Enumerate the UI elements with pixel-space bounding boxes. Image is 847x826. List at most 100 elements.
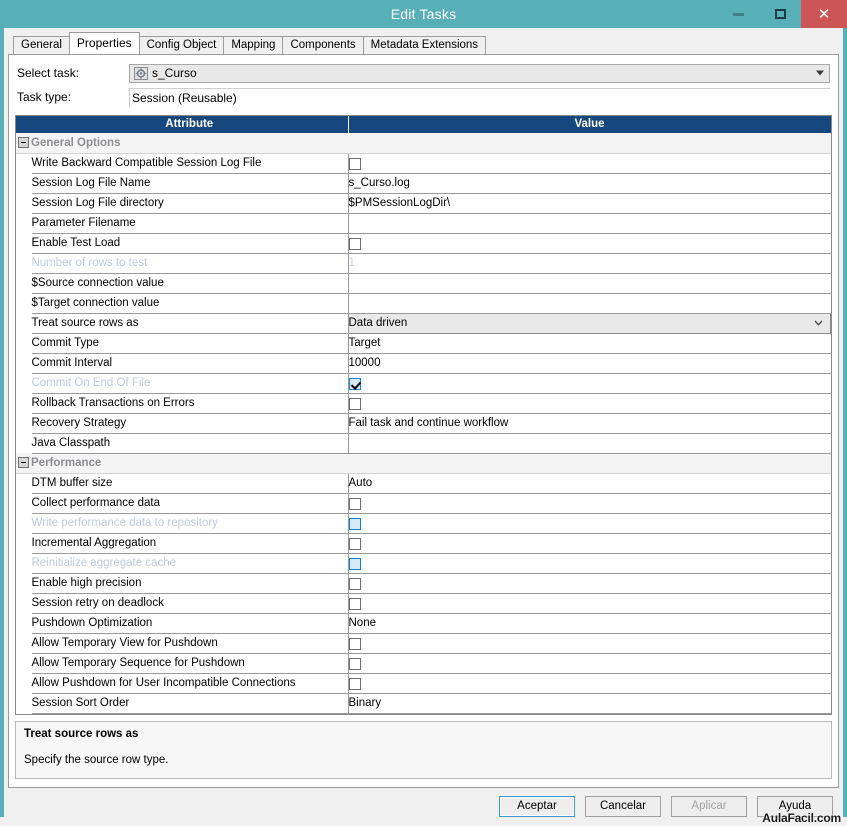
grid-row[interactable]: Collect performance data <box>16 493 831 514</box>
accept-button[interactable]: Aceptar <box>499 796 575 817</box>
value-cell[interactable]: $PMSessionLogDir\ <box>348 193 831 214</box>
value-cell[interactable]: Auto <box>348 473 831 494</box>
column-header-value[interactable]: Value <box>348 116 831 133</box>
help-button[interactable]: Ayuda <box>757 796 833 817</box>
select-task-dropdown[interactable]: s_Curso <box>129 63 830 83</box>
value-cell[interactable] <box>348 293 831 314</box>
tab-mapping[interactable]: Mapping <box>223 36 284 54</box>
checkbox[interactable] <box>348 637 361 650</box>
tab-general[interactable]: General <box>13 36 70 54</box>
edit-tasks-dialog: Edit Tasks ✕ General Properties Config O… <box>0 0 847 826</box>
task-type-label: Task type: <box>17 90 72 104</box>
grid-row[interactable]: Reinitialize aggregate cache <box>16 553 831 574</box>
select-task-row: Select task: s_Curso <box>17 61 830 85</box>
value-cell[interactable]: Data driven <box>347 312 831 334</box>
grid-row[interactable]: Treat source rows as Data driven <box>16 312 831 334</box>
attribute-cell: Write Backward Compatible Session Log Fi… <box>31 153 349 174</box>
value-cell[interactable] <box>348 653 831 674</box>
value-cell[interactable]: 10000 <box>348 353 831 374</box>
group-label: Performance <box>31 453 831 474</box>
grid-row[interactable]: DTM buffer size Auto <box>16 473 831 494</box>
value-cell[interactable] <box>348 633 831 654</box>
chevron-down-icon <box>816 70 824 76</box>
value-cell[interactable] <box>348 673 831 694</box>
value-cell[interactable] <box>348 553 831 574</box>
value-cell[interactable]: 1 <box>348 253 831 274</box>
value-cell[interactable]: s_Curso.log <box>348 173 831 194</box>
tab-components[interactable]: Components <box>282 36 364 54</box>
grid-row[interactable]: Enable Test Load <box>16 233 831 254</box>
row-gutter <box>16 213 32 233</box>
checkbox[interactable] <box>348 677 361 690</box>
close-button[interactable]: ✕ <box>801 0 847 28</box>
grid-row[interactable]: Allow Temporary View for Pushdown <box>16 633 831 654</box>
tab-properties[interactable]: Properties <box>68 32 140 54</box>
value-cell[interactable] <box>348 573 831 594</box>
value-cell[interactable]: Fail task and continue workflow <box>348 413 831 434</box>
grid-row[interactable]: Incremental Aggregation <box>16 533 831 554</box>
close-icon: ✕ <box>817 4 831 23</box>
description-box: Treat source rows as Specify the source … <box>15 720 832 779</box>
value-cell[interactable] <box>348 593 831 614</box>
grid-row[interactable]: Pushdown Optimization None <box>16 613 831 634</box>
grid-row[interactable]: Number of rows to test 1 <box>16 253 831 274</box>
value-cell[interactable] <box>348 273 831 294</box>
grid-row[interactable]: Commit On End Of File <box>16 373 831 394</box>
attributes-grid-container[interactable]: Attribute Value General Options Write Bac… <box>15 115 832 715</box>
value-cell[interactable] <box>348 393 831 414</box>
checkbox[interactable] <box>348 577 361 590</box>
checkbox[interactable] <box>348 657 361 670</box>
column-header-attribute[interactable]: Attribute <box>31 116 349 133</box>
row-gutter <box>16 613 32 633</box>
grid-row[interactable]: Session Sort Order Binary <box>16 693 831 714</box>
group-collapse-toggle[interactable] <box>16 453 31 474</box>
grid-row[interactable]: Commit Interval 10000 <box>16 353 831 374</box>
task-form: Select task: s_Curso Task type: Session … <box>9 55 838 111</box>
grid-group-row[interactable]: General Options <box>16 133 831 154</box>
maximize-button[interactable] <box>759 0 801 28</box>
grid-row[interactable]: Write performance data to repository <box>16 513 831 534</box>
grid-row[interactable]: Enable high precision <box>16 573 831 594</box>
value-cell[interactable] <box>348 533 831 554</box>
checkbox[interactable] <box>348 537 361 550</box>
value-cell[interactable] <box>348 373 831 394</box>
value-cell[interactable]: None <box>348 613 831 634</box>
group-collapse-toggle[interactable] <box>16 133 31 154</box>
grid-row[interactable]: Rollback Transactions on Errors <box>16 393 831 414</box>
value-cell[interactable]: Target <box>348 333 831 354</box>
value-cell[interactable] <box>348 233 831 254</box>
tab-config-object[interactable]: Config Object <box>138 36 225 54</box>
grid-row[interactable]: Allow Temporary Sequence for Pushdown <box>16 653 831 674</box>
checkbox[interactable] <box>348 157 361 170</box>
grid-row[interactable]: Session retry on deadlock <box>16 593 831 614</box>
value-cell[interactable] <box>348 513 831 534</box>
grid-row[interactable]: Java Classpath <box>16 433 831 454</box>
minimize-icon <box>732 12 744 16</box>
grid-row[interactable]: Parameter Filename <box>16 213 831 234</box>
grid-group-row[interactable]: Performance <box>16 453 831 474</box>
value-cell[interactable] <box>348 433 831 454</box>
checkbox[interactable] <box>348 397 361 410</box>
checkbox[interactable] <box>348 497 361 510</box>
grid-row[interactable]: Recovery Strategy Fail task and continue … <box>16 413 831 434</box>
tab-metadata-extensions[interactable]: Metadata Extensions <box>362 36 487 54</box>
grid-row[interactable]: Write Backward Compatible Session Log Fi… <box>16 153 831 174</box>
row-gutter <box>16 193 32 213</box>
grid-row[interactable]: Session Log File directory $PMSessionLogD… <box>16 193 831 214</box>
grid-row[interactable]: $Target connection value <box>16 293 831 314</box>
grid-row[interactable]: Allow Pushdown for User Incompatible Con… <box>16 673 831 694</box>
cancel-button[interactable]: Cancelar <box>585 796 661 817</box>
grid-row[interactable]: Session Log File Name s_Curso.log <box>16 173 831 194</box>
checkbox[interactable] <box>348 597 361 610</box>
minimize-button[interactable] <box>717 0 759 28</box>
chevron-down-icon[interactable] <box>814 319 823 328</box>
grid-row[interactable]: Commit Type Target <box>16 333 831 354</box>
minus-square-icon <box>18 137 29 149</box>
value-cell[interactable] <box>348 153 831 174</box>
grid-row[interactable]: $Source connection value <box>16 273 831 294</box>
value-cell[interactable]: Binary <box>348 693 831 714</box>
value-cell[interactable] <box>348 493 831 514</box>
title-bar[interactable]: Edit Tasks ✕ <box>0 0 847 28</box>
checkbox[interactable] <box>348 237 361 250</box>
value-cell[interactable] <box>348 213 831 234</box>
